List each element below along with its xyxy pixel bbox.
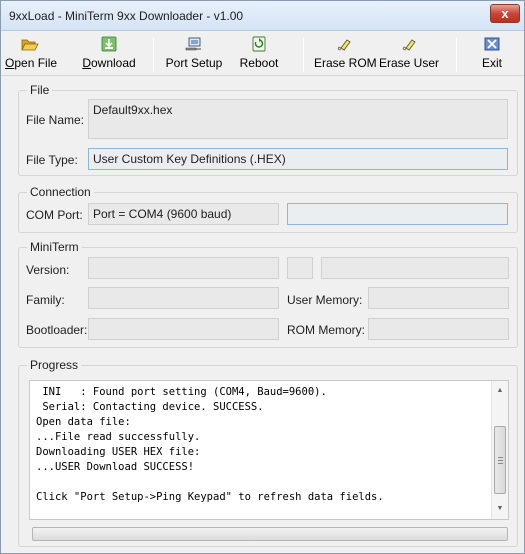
progress-group: Progress INI : Found port setting (COM4,… — [18, 358, 518, 547]
open-file-accel: O — [5, 56, 15, 70]
family-label: Family: — [26, 293, 65, 307]
user-memory-field — [368, 287, 509, 309]
version-extra-field — [321, 257, 509, 279]
scroll-thumb[interactable] — [494, 426, 506, 494]
reboot-button[interactable]: Reboot — [237, 35, 281, 73]
folder-open-icon — [5, 36, 55, 54]
port-setup-label: Port Setup — [165, 56, 223, 70]
version-field — [88, 257, 279, 279]
reboot-icon — [237, 36, 281, 54]
progress-log[interactable]: INI : Found port setting (COM4, Baud=960… — [29, 380, 509, 520]
com-port-field: Port = COM4 (9600 baud) — [88, 203, 279, 225]
toolbar-separator — [303, 38, 304, 72]
log-scrollbar[interactable]: ▲ ▼ — [491, 381, 508, 519]
window-title: 9xxLoad - MiniTerm 9xx Downloader - v1.0… — [9, 9, 244, 23]
progress-log-text: INI : Found port setting (COM4, Baud=960… — [36, 386, 384, 503]
toolbar-separator — [456, 38, 457, 72]
file-legend: File — [27, 83, 53, 97]
progress-legend: Progress — [27, 358, 82, 372]
file-name-field: Default9xx.hex — [88, 99, 508, 139]
scroll-up-icon[interactable]: ▲ — [492, 383, 508, 399]
download-label: ownload — [90, 56, 136, 70]
eraser-icon — [379, 36, 439, 54]
exit-label: Exit — [481, 56, 502, 70]
download-button[interactable]: Download — [81, 35, 137, 73]
scroll-down-icon[interactable]: ▼ — [492, 501, 508, 517]
erase-rom-button[interactable]: Erase ROM — [314, 35, 377, 73]
progress-bar — [32, 527, 508, 541]
rom-memory-label: ROM Memory: — [287, 323, 365, 337]
main-window: 9xxLoad - MiniTerm 9xx Downloader - v1.0… — [0, 0, 525, 554]
eraser-icon — [314, 36, 374, 54]
erase-user-label: Erase User — [379, 56, 440, 70]
file-type-label: File Type: — [26, 153, 78, 167]
toolbar-separator — [153, 38, 154, 72]
port-setup-icon — [164, 36, 224, 54]
version-small-field — [287, 257, 313, 279]
port-setup-button[interactable]: Port Setup — [164, 35, 224, 73]
family-field — [88, 287, 279, 309]
bootloader-label: Bootloader: — [26, 323, 88, 337]
version-label: Version: — [26, 263, 70, 277]
file-group: File File Name: Default9xx.hex File Type… — [18, 83, 518, 176]
open-file-label: pen File — [14, 56, 58, 70]
open-file-button[interactable]: Open File — [5, 35, 58, 73]
grip-icon — [498, 457, 503, 464]
file-name-label: File Name: — [26, 113, 85, 127]
erase-rom-label: Erase ROM — [314, 56, 377, 70]
connection-extra-field[interactable] — [287, 203, 508, 225]
close-button[interactable]: x — [490, 4, 520, 23]
connection-legend: Connection — [27, 185, 94, 199]
miniterm-legend: MiniTerm — [27, 240, 82, 254]
exit-button[interactable]: Exit — [475, 35, 509, 73]
file-type-field[interactable]: User Custom Key Definitions (.HEX) — [88, 148, 508, 170]
erase-user-button[interactable]: Erase User — [379, 35, 439, 73]
miniterm-group: MiniTerm Version: Family: User Memory: B… — [18, 240, 518, 348]
toolbar: Open File Download Port Setup Reboot Era… — [1, 32, 524, 76]
title-bar[interactable]: 9xxLoad - MiniTerm 9xx Downloader - v1.0… — [1, 1, 524, 31]
download-accel: D — [82, 56, 91, 70]
user-memory-label: User Memory: — [287, 293, 363, 307]
connection-group: Connection COM Port: Port = COM4 (9600 b… — [18, 185, 518, 233]
bootloader-field — [88, 318, 279, 340]
reboot-label: Reboot — [239, 56, 279, 70]
com-port-label: COM Port: — [26, 208, 83, 222]
rom-memory-field — [368, 318, 509, 340]
exit-icon — [475, 36, 509, 54]
download-icon — [81, 36, 137, 54]
